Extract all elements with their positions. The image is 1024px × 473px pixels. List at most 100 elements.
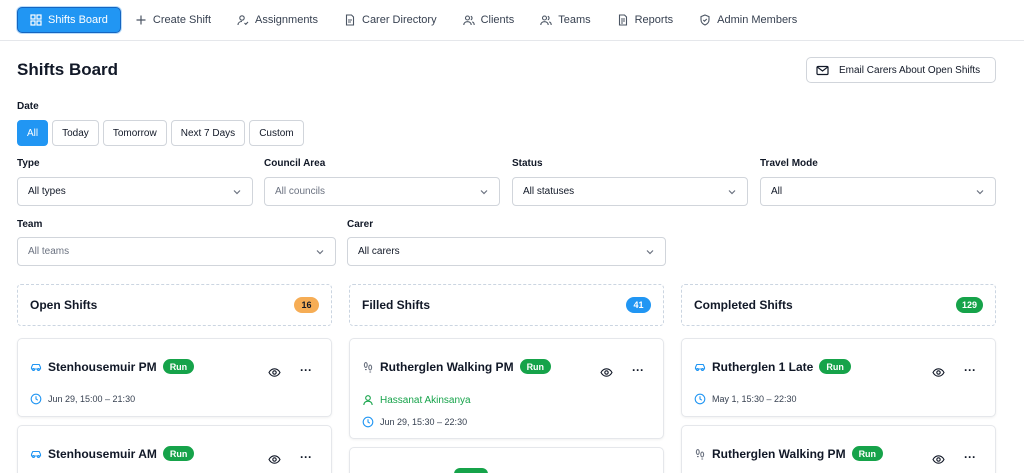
users-icon — [540, 15, 552, 26]
shift-card[interactable]: Stenhousemuir PM Run ··· Jun 29, 15:00 –… — [17, 338, 332, 417]
clock-icon — [694, 393, 706, 405]
nav-tab-assignments[interactable]: Assignments — [225, 7, 330, 33]
card-title-row: Stenhousemuir AM Run — [30, 446, 195, 461]
clock-icon — [362, 416, 374, 428]
status-select[interactable]: All statuses — [512, 177, 748, 206]
footprints-icon — [695, 448, 705, 460]
grid-icon — [30, 14, 42, 26]
run-badge: Run — [851, 446, 884, 461]
nav-tab-label: Clients — [480, 14, 515, 26]
travel-mode-select-value: All — [771, 186, 783, 197]
email-carers-button[interactable]: Email Carers About Open Shifts — [806, 57, 996, 83]
column-title: Filled Shifts — [362, 298, 431, 312]
team-select[interactable]: All teams — [17, 237, 336, 266]
date-option-custom[interactable]: Custom — [249, 120, 304, 146]
filled-shifts-column-header: Filled Shifts 41 — [349, 284, 664, 326]
council-select-placeholder: All councils — [275, 186, 326, 197]
nav-tab-label: Create Shift — [152, 14, 212, 26]
filled-shifts-count-badge: 41 — [626, 297, 651, 313]
shift-card[interactable] — [349, 447, 664, 473]
type-filter-label: Type — [17, 158, 40, 169]
card-time-row: Jun 29, 15:30 – 22:30 — [362, 416, 467, 428]
card-title-row: Rutherglen Walking PM Run — [694, 446, 884, 461]
shift-time: Jun 29, 15:00 – 21:30 — [48, 394, 136, 404]
nav-tab-label: Shifts Board — [48, 14, 108, 26]
type-select[interactable]: All types — [17, 177, 253, 206]
nav-tab-label: Reports — [634, 14, 674, 26]
type-select-value: All types — [28, 186, 66, 197]
top-nav: Shifts Board Create Shift Assignments Ca… — [0, 0, 1024, 41]
date-filter-label: Date — [17, 101, 39, 112]
nav-tab-reports[interactable]: Reports — [605, 7, 686, 33]
chevron-down-icon — [976, 189, 984, 194]
nav-tab-label: Assignments — [255, 14, 318, 26]
shift-card[interactable]: Rutherglen 1 Late Run ··· May 1, 15:30 –… — [681, 338, 996, 417]
carer-filter-label: Carer — [347, 219, 374, 230]
card-title-row: Stenhousemuir PM Run — [30, 359, 195, 374]
council-select[interactable]: All councils — [264, 177, 500, 206]
shift-title: Stenhousemuir PM — [48, 359, 157, 374]
nav-tab-teams[interactable]: Teams — [528, 7, 602, 33]
team-filter-label: Team — [17, 219, 43, 230]
date-option-next-7-days[interactable]: Next 7 Days — [170, 120, 246, 146]
more-options-icon[interactable]: ··· — [300, 451, 312, 463]
shift-title: Stenhousemuir AM — [48, 446, 157, 461]
nav-tab-create-shift[interactable]: Create Shift — [123, 7, 223, 33]
open-shifts-column-header: Open Shifts 16 — [17, 284, 332, 326]
carer-select-value: All carers — [358, 246, 400, 257]
run-badge: Run — [519, 359, 552, 374]
shift-card[interactable]: Rutherglen Walking PM Run ··· — [681, 425, 996, 473]
eye-icon[interactable] — [932, 453, 945, 466]
document-icon — [345, 14, 355, 26]
date-option-today[interactable]: Today — [52, 120, 99, 146]
shield-icon — [700, 14, 710, 26]
mail-icon — [816, 65, 829, 75]
assigned-carer-name[interactable]: Hassanat Akinsanya — [380, 395, 471, 406]
completed-shifts-column-header: Completed Shifts 129 — [681, 284, 996, 326]
user-icon — [363, 395, 373, 406]
card-time-row: May 1, 15:30 – 22:30 — [694, 393, 797, 405]
more-options-icon[interactable]: ··· — [300, 364, 312, 376]
nav-tab-label: Carer Directory — [362, 14, 437, 26]
council-filter-label: Council Area — [264, 158, 326, 169]
carer-select[interactable]: All carers — [347, 237, 666, 266]
column-title: Open Shifts — [30, 298, 98, 312]
nav-tab-label: Admin Members — [717, 14, 798, 26]
eye-icon[interactable] — [268, 453, 281, 466]
footprints-icon — [363, 361, 373, 373]
open-shifts-count-badge: 16 — [294, 297, 319, 313]
shift-title: Rutherglen 1 Late — [712, 359, 814, 374]
shift-title: Rutherglen Walking PM — [712, 446, 846, 461]
chevron-down-icon — [233, 189, 241, 194]
nav-tab-shifts-board[interactable]: Shifts Board — [17, 7, 121, 33]
run-badge — [454, 468, 488, 473]
more-options-icon[interactable]: ··· — [964, 364, 976, 376]
card-carer-row: Hassanat Akinsanya — [362, 394, 471, 406]
travel-mode-select[interactable]: All — [760, 177, 996, 206]
eye-icon[interactable] — [268, 366, 281, 379]
card-title-row: Rutherglen Walking PM Run — [362, 359, 552, 374]
travel-filter-label: Travel Mode — [760, 158, 818, 169]
date-option-all[interactable]: All — [17, 120, 49, 146]
car-icon — [30, 363, 42, 371]
nav-tab-clients[interactable]: Clients — [451, 7, 527, 33]
more-options-icon[interactable]: ··· — [964, 451, 976, 463]
shift-time: May 1, 15:30 – 22:30 — [712, 394, 797, 404]
date-option-tomorrow[interactable]: Tomorrow — [102, 120, 167, 146]
eye-icon[interactable] — [932, 366, 945, 379]
nav-tab-admin-members[interactable]: Admin Members — [687, 7, 809, 33]
eye-icon[interactable] — [600, 366, 613, 379]
status-filter-label: Status — [512, 158, 543, 169]
car-icon — [30, 450, 42, 458]
shift-card[interactable]: Rutherglen Walking PM Run ··· Hassanat A… — [349, 338, 664, 439]
card-time-row: Jun 29, 15:00 – 21:30 — [30, 393, 135, 405]
report-icon — [618, 14, 627, 26]
run-badge: Run — [162, 359, 195, 374]
shift-card[interactable]: Stenhousemuir AM Run ··· — [17, 425, 332, 473]
nav-tab-carer-directory[interactable]: Carer Directory — [332, 7, 449, 33]
chevron-down-icon — [646, 249, 654, 254]
date-filter-group: All Today Tomorrow Next 7 Days Custom — [17, 120, 304, 146]
clock-icon — [30, 393, 42, 405]
more-options-icon[interactable]: ··· — [632, 364, 644, 376]
users-icon — [462, 15, 475, 26]
